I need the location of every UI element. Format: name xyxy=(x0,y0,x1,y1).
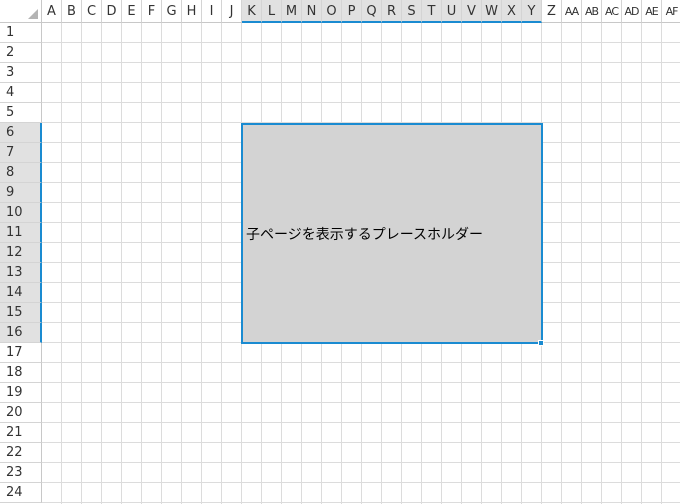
row-header-10[interactable]: 10 xyxy=(0,203,42,223)
row-header-15[interactable]: 15 xyxy=(0,303,42,323)
row-header-24[interactable]: 24 xyxy=(0,483,42,503)
row-header-2[interactable]: 2 xyxy=(0,43,42,63)
column-header-q[interactable]: Q xyxy=(362,0,382,23)
column-header-f[interactable]: F xyxy=(142,0,162,23)
placeholder-label: 子ページを表示するプレースホルダー xyxy=(246,227,484,243)
column-header-t[interactable]: T xyxy=(422,0,442,23)
row-header-11[interactable]: 11 xyxy=(0,223,42,243)
column-header-l[interactable]: L xyxy=(262,0,282,23)
row-gridline xyxy=(42,102,680,103)
spreadsheet-grid[interactable]: A B C D E F G H I J K L M N O P Q R S T U V W X Y Z AA AB AC AD AE AF 1 2… xyxy=(0,0,680,504)
row-header-12[interactable]: 12 xyxy=(0,243,42,263)
column-gridline xyxy=(221,23,222,504)
row-header-16[interactable]: 16 xyxy=(0,323,42,343)
column-header-v[interactable]: V xyxy=(462,0,482,23)
row-gridline xyxy=(42,62,680,63)
column-header-p[interactable]: P xyxy=(342,0,362,23)
row-header-9[interactable]: 9 xyxy=(0,183,42,203)
column-gridline xyxy=(661,23,662,504)
column-header-x[interactable]: X xyxy=(502,0,522,23)
column-header-n[interactable]: N xyxy=(302,0,322,23)
column-gridline xyxy=(201,23,202,504)
row-header-17[interactable]: 17 xyxy=(0,343,42,363)
column-gridline xyxy=(121,23,122,504)
row-header-7[interactable]: 7 xyxy=(0,143,42,163)
row-gridline xyxy=(42,382,680,383)
column-gridline xyxy=(161,23,162,504)
select-all-triangle-icon xyxy=(28,9,38,19)
row-header-8[interactable]: 8 xyxy=(0,163,42,183)
row-header-5[interactable]: 5 xyxy=(0,103,42,123)
row-header-1[interactable]: 1 xyxy=(0,23,42,43)
row-header-21[interactable]: 21 xyxy=(0,423,42,443)
column-header-r[interactable]: R xyxy=(382,0,402,23)
column-header-b[interactable]: B xyxy=(62,0,82,23)
column-header-ab[interactable]: AB xyxy=(582,0,602,23)
column-header-w[interactable]: W xyxy=(482,0,502,23)
column-header-s[interactable]: S xyxy=(402,0,422,23)
column-gridline xyxy=(81,23,82,504)
column-header-aa[interactable]: AA xyxy=(562,0,582,23)
column-header-i[interactable]: I xyxy=(202,0,222,23)
row-gridline xyxy=(42,422,680,423)
column-gridline xyxy=(601,23,602,504)
row-header-18[interactable]: 18 xyxy=(0,363,42,383)
column-header-z[interactable]: Z xyxy=(542,0,562,23)
column-header-k[interactable]: K xyxy=(242,0,262,23)
column-header-ad[interactable]: AD xyxy=(622,0,642,23)
column-gridline xyxy=(141,23,142,504)
column-header-m[interactable]: M xyxy=(282,0,302,23)
row-gridline xyxy=(42,42,680,43)
column-header-g[interactable]: G xyxy=(162,0,182,23)
column-header-d[interactable]: D xyxy=(102,0,122,23)
column-header-j[interactable]: J xyxy=(222,0,242,23)
column-header-ac[interactable]: AC xyxy=(602,0,622,23)
column-gridline xyxy=(181,23,182,504)
column-header-e[interactable]: E xyxy=(122,0,142,23)
column-gridline xyxy=(641,23,642,504)
row-header-13[interactable]: 13 xyxy=(0,263,42,283)
column-header-o[interactable]: O xyxy=(322,0,342,23)
row-header-20[interactable]: 20 xyxy=(0,403,42,423)
row-gridline xyxy=(42,402,680,403)
row-gridline xyxy=(42,442,680,443)
row-header-4[interactable]: 4 xyxy=(0,83,42,103)
row-header-3[interactable]: 3 xyxy=(0,63,42,83)
column-gridline xyxy=(61,23,62,504)
child-page-placeholder[interactable]: 子ページを表示するプレースホルダー xyxy=(241,123,543,344)
column-header-h[interactable]: H xyxy=(182,0,202,23)
row-header-19[interactable]: 19 xyxy=(0,383,42,403)
row-header-22[interactable]: 22 xyxy=(0,443,42,463)
row-header-14[interactable]: 14 xyxy=(0,283,42,303)
row-header-6[interactable]: 6 xyxy=(0,123,42,143)
row-gridline xyxy=(42,82,680,83)
select-all-corner[interactable] xyxy=(0,0,42,23)
column-header-af[interactable]: AF xyxy=(662,0,680,23)
column-gridline xyxy=(101,23,102,504)
row-gridline xyxy=(42,482,680,483)
row-gridline xyxy=(42,362,680,363)
column-header-u[interactable]: U xyxy=(442,0,462,23)
column-header-ae[interactable]: AE xyxy=(642,0,662,23)
column-gridline xyxy=(581,23,582,504)
resize-handle[interactable] xyxy=(538,340,544,346)
column-header-y[interactable]: Y xyxy=(522,0,542,23)
column-header-c[interactable]: C xyxy=(82,0,102,23)
row-header-23[interactable]: 23 xyxy=(0,463,42,483)
column-gridline xyxy=(561,23,562,504)
row-gridline xyxy=(42,502,680,503)
row-gridline xyxy=(42,462,680,463)
column-gridline xyxy=(621,23,622,504)
column-header-a[interactable]: A xyxy=(42,0,62,23)
